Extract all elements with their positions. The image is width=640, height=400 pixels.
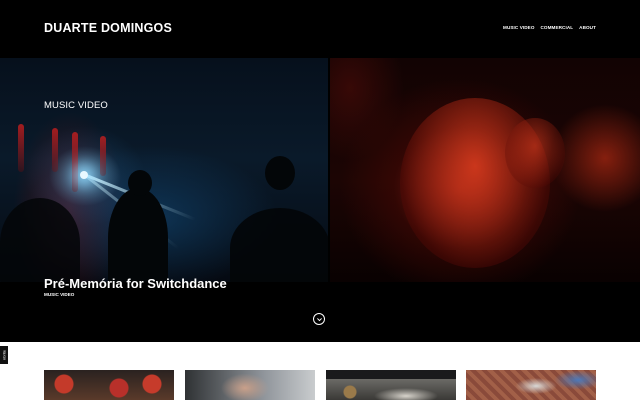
crowd-silhouette xyxy=(128,170,152,196)
project-thumbnail[interactable] xyxy=(326,370,456,400)
hero-title[interactable]: Pré-Memória for Switchdance xyxy=(44,276,227,291)
red-light-panel xyxy=(52,128,58,172)
crowd-silhouette xyxy=(230,208,328,282)
hero-subtitle: MUSIC VIDEO xyxy=(44,292,75,297)
dancer-figure xyxy=(505,118,565,188)
project-thumbnail[interactable] xyxy=(185,370,315,400)
hero-still-left[interactable] xyxy=(0,58,328,282)
hero-category: MUSIC VIDEO xyxy=(44,100,108,111)
project-thumbnail[interactable] xyxy=(466,370,596,400)
crowd-silhouette xyxy=(265,156,295,190)
side-tab[interactable]: nbrite xyxy=(0,346,8,364)
crowd-silhouette xyxy=(0,198,80,282)
red-light-panel xyxy=(72,132,78,192)
main-nav: MUSIC VIDEO COMMERCIAL ABOUT xyxy=(503,25,596,30)
chevron-down-icon xyxy=(316,317,322,321)
hero-section: DUARTE DOMINGOS MUSIC VIDEO COMMERCIAL A… xyxy=(0,0,640,342)
red-light-panel xyxy=(100,136,106,176)
hero-still-right[interactable] xyxy=(330,58,640,282)
nav-music-video[interactable]: MUSIC VIDEO xyxy=(503,25,534,30)
project-thumbnail[interactable] xyxy=(44,370,174,400)
scroll-down-button[interactable] xyxy=(313,313,325,325)
nav-about[interactable]: ABOUT xyxy=(579,25,596,30)
red-light-panel xyxy=(18,124,24,172)
nav-commercial[interactable]: COMMERCIAL xyxy=(541,25,574,30)
stage-light xyxy=(80,171,88,179)
site-brand[interactable]: DUARTE DOMINGOS xyxy=(44,21,172,35)
crowd-silhouette xyxy=(108,188,168,282)
